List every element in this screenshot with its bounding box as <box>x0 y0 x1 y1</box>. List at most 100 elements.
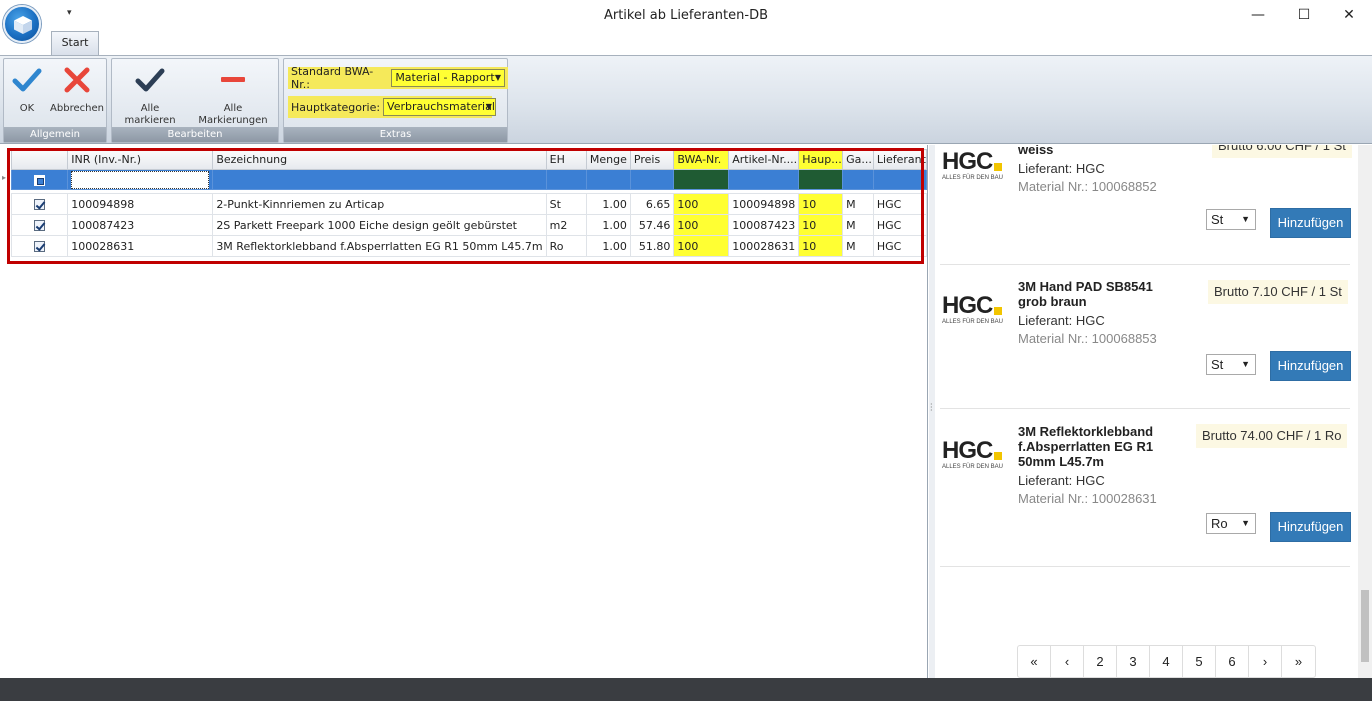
column-header-select[interactable] <box>10 149 69 170</box>
status-bar <box>0 678 1372 701</box>
add-button[interactable]: Hinzufügen <box>1270 208 1351 238</box>
cell-ga[interactable]: M <box>842 214 874 236</box>
add-button[interactable]: Hinzufügen <box>1270 512 1351 542</box>
logo-subtitle: ALLES FÜR DEN BAU <box>942 464 1004 470</box>
column-header-bezeichnung[interactable]: Bezeichnung <box>212 149 547 170</box>
column-header-artikel-nr[interactable]: Artikel-Nr.... <box>728 149 800 170</box>
cell-menge[interactable]: 1.00 <box>585 235 631 257</box>
pager-first[interactable]: « <box>1018 646 1051 677</box>
scrollbar-thumb[interactable] <box>1361 590 1369 662</box>
column-header-bwa[interactable]: BWA-Nr. <box>673 149 730 170</box>
bwa-select[interactable]: Material - Rapport ▼ <box>391 69 505 87</box>
cell-preis[interactable]: 51.80 <box>629 235 675 257</box>
cell-ga[interactable]: M <box>842 235 874 257</box>
row-checkbox[interactable] <box>34 241 46 252</box>
cancel-button[interactable]: Abbrechen <box>48 63 106 115</box>
cell-hauptkategorie[interactable]: 10 <box>798 193 844 215</box>
column-header-preis[interactable]: Preis <box>629 149 675 170</box>
cell-eh[interactable]: m2 <box>545 214 587 236</box>
cell-artikel-nr[interactable]: 100094898 <box>728 193 800 215</box>
filter-ga-cell[interactable] <box>842 169 874 190</box>
product-name[interactable]: 3M Reflektorklebband f.Absperrlatten EG … <box>1018 424 1168 469</box>
row-checkbox-cell[interactable] <box>10 214 69 236</box>
pager-page-6[interactable]: 6 <box>1216 646 1249 677</box>
cell-bezeichnung[interactable]: 2-Punkt-Kinnriemen zu Articap <box>212 193 547 215</box>
cell-inr[interactable]: 100094898 <box>67 193 214 215</box>
select-all-checkbox[interactable] <box>34 174 46 186</box>
cell-lieferant[interactable]: HGC <box>872 214 928 236</box>
cell-eh[interactable]: St <box>545 193 587 215</box>
cell-bezeichnung[interactable]: 2S Parkett Freepark 1000 Eiche design ge… <box>212 214 547 236</box>
filter-hauptkategorie-cell[interactable] <box>798 169 844 190</box>
unit-select[interactable]: St ▼ <box>1206 209 1256 230</box>
select-all-checkbox-cell[interactable] <box>10 169 69 190</box>
filter-preis-cell[interactable] <box>629 169 675 190</box>
group-label-bearbeiten: Bearbeiten <box>112 127 278 142</box>
ok-button[interactable]: OK <box>7 63 47 115</box>
cell-inr[interactable]: 100087423 <box>67 214 214 236</box>
cell-preis[interactable]: 6.65 <box>629 193 675 215</box>
product-name[interactable]: 3M Hand PAD SB8541 grob braun <box>1018 279 1183 309</box>
chevron-down-icon: ▼ <box>1241 518 1250 528</box>
maximize-button[interactable]: ☐ <box>1281 4 1327 26</box>
application-menu-button[interactable] <box>3 5 41 43</box>
cell-inr[interactable]: 100028631 <box>67 235 214 257</box>
table-row[interactable]: 100087423 2S Parkett Freepark 1000 Eiche… <box>10 214 928 236</box>
filter-eh-cell[interactable] <box>545 169 587 190</box>
row-checkbox-cell[interactable] <box>10 235 69 257</box>
row-checkbox[interactable] <box>34 199 46 210</box>
filter-artikel-nr-cell[interactable] <box>728 169 800 190</box>
pager-prev[interactable]: ‹ <box>1051 646 1084 677</box>
cell-ga[interactable]: M <box>842 193 874 215</box>
unit-select[interactable]: Ro ▼ <box>1206 513 1256 534</box>
row-checkbox-cell[interactable] <box>10 193 69 215</box>
row-checkbox[interactable] <box>34 220 46 231</box>
column-header-eh[interactable]: EH <box>545 149 587 170</box>
filter-lieferant-cell[interactable] <box>872 169 928 190</box>
vertical-scrollbar[interactable] <box>1358 145 1372 678</box>
filter-bwa-cell[interactable] <box>673 169 730 190</box>
column-header-lieferant[interactable]: Lieferant <box>872 149 928 170</box>
filter-inr-cell[interactable] <box>67 169 214 190</box>
pager-last[interactable]: » <box>1282 646 1315 677</box>
cell-bwa[interactable]: 100 <box>673 214 730 236</box>
cell-bezeichnung[interactable]: 3M Reflektorklebband f.Absperrlatten EG … <box>212 235 547 257</box>
cell-bwa[interactable]: 100 <box>673 235 730 257</box>
column-header-hauptkategorie[interactable]: Haup... <box>798 149 844 170</box>
cell-artikel-nr[interactable]: 100028631 <box>728 235 800 257</box>
cell-lieferant[interactable]: HGC <box>872 193 928 215</box>
filter-inr-input[interactable] <box>71 170 210 189</box>
mark-all-button[interactable]: Alle markieren <box>114 63 186 127</box>
minimize-button[interactable]: — <box>1235 4 1281 26</box>
close-button[interactable]: ✕ <box>1326 4 1372 26</box>
add-button[interactable]: Hinzufügen <box>1270 351 1351 381</box>
pager-page-2[interactable]: 2 <box>1084 646 1117 677</box>
table-row[interactable]: 100028631 3M Reflektorklebband f.Absperr… <box>10 235 928 257</box>
filter-menge-cell[interactable] <box>585 169 631 190</box>
cell-menge[interactable]: 1.00 <box>585 193 631 215</box>
cell-eh[interactable]: Ro <box>545 235 587 257</box>
pager-page-5[interactable]: 5 <box>1183 646 1216 677</box>
column-header-ga[interactable]: Ga... <box>842 149 874 170</box>
unit-select[interactable]: St ▼ <box>1206 354 1256 375</box>
cell-preis[interactable]: 57.46 <box>629 214 675 236</box>
column-header-inr[interactable]: INR (Inv.-Nr.) <box>67 149 214 170</box>
pager-page-3[interactable]: 3 <box>1117 646 1150 677</box>
cell-bwa[interactable]: 100 <box>673 193 730 215</box>
pager-page-4[interactable]: 4 <box>1150 646 1183 677</box>
filter-bezeichnung-cell[interactable] <box>212 169 547 190</box>
cell-lieferant[interactable]: HGC <box>872 235 928 257</box>
cell-menge[interactable]: 1.00 <box>585 214 631 236</box>
table-row[interactable]: 100094898 2-Punkt-Kinnriemen zu Articap … <box>10 193 928 215</box>
ribbon-group-allgemein: OK Abbrechen Allgemein <box>3 58 107 143</box>
kategorie-select[interactable]: Verbrauchsmaterial ▼ <box>383 98 496 116</box>
ribbon-tab-strip: Start <box>0 31 1372 55</box>
cell-artikel-nr[interactable]: 100087423 <box>728 214 800 236</box>
tab-start[interactable]: Start <box>51 31 99 55</box>
cell-hauptkategorie[interactable]: 10 <box>798 235 844 257</box>
cell-hauptkategorie[interactable]: 10 <box>798 214 844 236</box>
product-name[interactable]: weiss <box>1018 145 1178 157</box>
column-header-menge[interactable]: Menge <box>585 149 631 170</box>
pager-next[interactable]: › <box>1249 646 1282 677</box>
product-list-pane: HGC ALLES FÜR DEN BAU weiss Lieferant: H… <box>935 145 1372 678</box>
